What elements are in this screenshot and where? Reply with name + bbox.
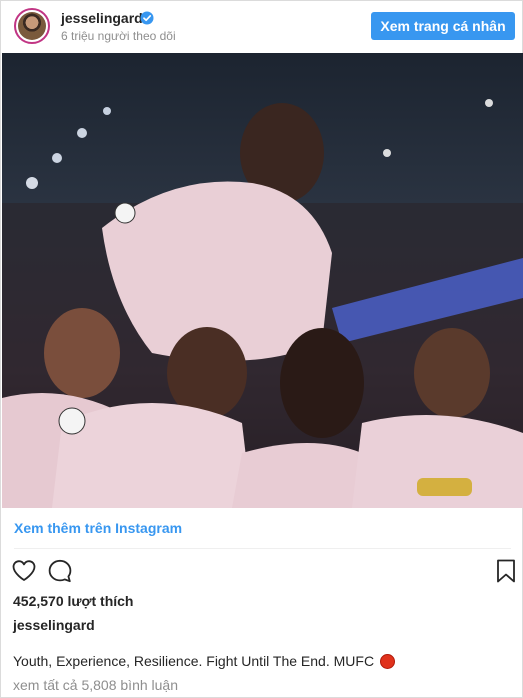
caption-text: Youth, Experience, Resilience. Fight Unt…	[13, 653, 375, 669]
profile-avatar[interactable]	[14, 8, 50, 44]
bookmark-icon[interactable]	[493, 558, 519, 584]
instagram-embed-card: jesselingard 6 triệu người theo dõi Xem …	[0, 0, 523, 698]
red-circle-icon	[380, 653, 396, 669]
comment-icon[interactable]	[47, 558, 73, 584]
divider	[14, 548, 511, 549]
follower-count: 6 triệu người theo dõi	[61, 29, 176, 43]
like-count[interactable]: 452,570 lượt thích	[13, 593, 133, 609]
view-profile-button[interactable]: Xem trang cá nhân	[371, 12, 515, 40]
username-link[interactable]: jesselingard	[61, 10, 143, 26]
post-header: jesselingard 6 triệu người theo dõi Xem …	[1, 1, 522, 53]
avatar-image	[18, 12, 46, 40]
heart-icon[interactable]	[11, 558, 37, 584]
view-all-comments-link[interactable]: xem tất cả 5,808 bình luận	[13, 677, 178, 693]
view-more-on-instagram-link[interactable]: Xem thêm trên Instagram	[14, 520, 182, 536]
post-caption: Youth, Experience, Resilience. Fight Unt…	[13, 653, 396, 669]
photo-illustration	[2, 99, 523, 508]
post-image[interactable]	[2, 53, 523, 508]
verified-badge-icon	[140, 11, 154, 25]
post-owner-username[interactable]: jesselingard	[13, 617, 95, 633]
